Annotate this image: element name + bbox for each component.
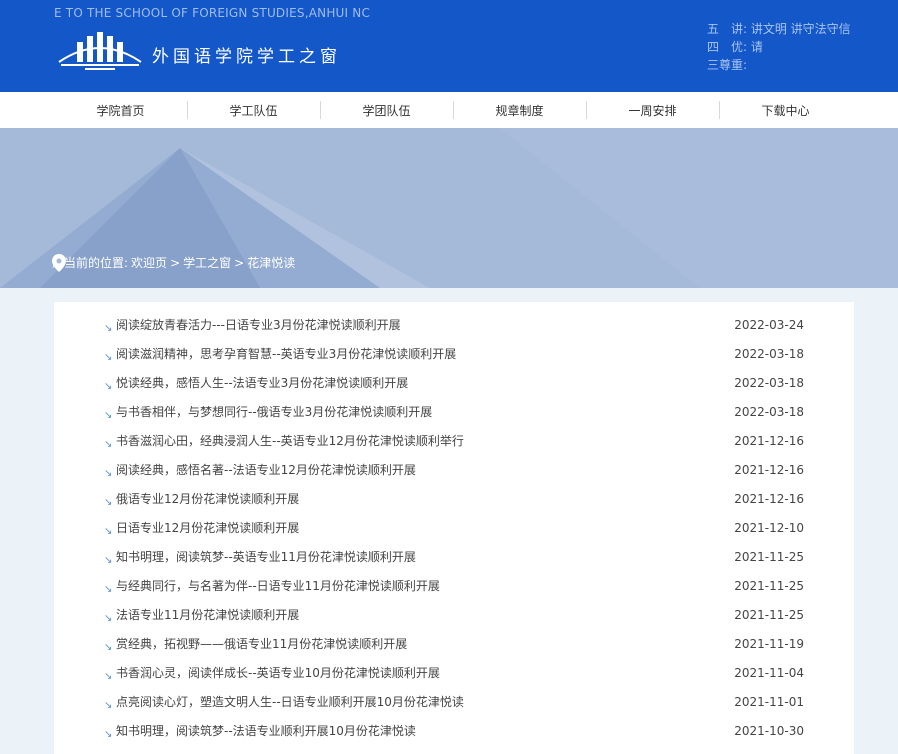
arrow-bullet-icon: ↘ — [104, 555, 113, 566]
article-date: 2021-11-25 — [734, 550, 804, 564]
nav-item-staff[interactable]: 学工队伍 — [187, 92, 320, 128]
article-title[interactable]: 点亮阅读心灯，塑造文明人生--日语专业顺利开展10月份花津悦读 — [116, 692, 464, 712]
list-item[interactable]: ↘ 阅读绽放青春活力---日语专业3月份花津悦读顺利开展 2022-03-24 — [104, 315, 804, 335]
list-item[interactable]: ↘ 书香润心灵，阅读伴成长--英语专业10月份花津悦读顺利开展 2021-11-04 — [104, 663, 804, 683]
motto-line: 四 优: 请 — [707, 40, 763, 54]
arrow-bullet-icon: ↘ — [104, 497, 113, 508]
article-date: 2021-11-25 — [734, 579, 804, 593]
article-date: 2021-10-30 — [734, 724, 804, 738]
list-item[interactable]: ↘ 与经典同行，与名著为伴--日语专业11月份花津悦读顺利开展 2021-11-25 — [104, 576, 804, 596]
motto-line: 三尊重: — [707, 58, 748, 72]
article-title[interactable]: 阅读滋润精神，思考孕育智慧--英语专业3月份花津悦读顺利开展 — [116, 344, 456, 364]
nav-item-league[interactable]: 学团队伍 — [320, 92, 453, 128]
arrow-bullet-icon: ↘ — [104, 323, 113, 334]
list-item[interactable]: ↘ 日语专业12月份花津悦读顺利开展 2021-12-10 — [104, 518, 804, 538]
nav-item-weekly-schedule[interactable]: 一周安排 — [586, 92, 719, 128]
article-date: 2022-03-18 — [734, 376, 804, 390]
arrow-bullet-icon: ↘ — [104, 352, 113, 363]
article-title[interactable]: 书香滋润心田，经典浸润人生--英语专业12月份花津悦读顺利举行 — [116, 431, 464, 451]
arrow-bullet-icon: ↘ — [104, 381, 113, 392]
site-header: E TO THE SCHOOL OF FOREIGN STUDIES,ANHUI… — [0, 0, 898, 92]
arrow-bullet-icon: ↘ — [104, 700, 113, 711]
scrolling-welcome-text: E TO THE SCHOOL OF FOREIGN STUDIES,ANHUI… — [54, 6, 371, 20]
motto-line: 五 讲: 讲文明 讲守法守信 — [707, 22, 851, 36]
breadcrumb-separator: > — [234, 255, 245, 270]
breadcrumb: 您当前的位置: 欢迎页 > 学工之窗 > 花津悦读 — [52, 254, 298, 272]
article-date: 2021-12-16 — [734, 434, 804, 448]
list-item[interactable]: ↘ 赏经典，拓视野——俄语专业11月份花津悦读顺利开展 2021-11-19 — [104, 634, 804, 654]
list-item[interactable]: ↘ 俄语专业12月份花津悦读顺利开展 2021-12-16 — [104, 489, 804, 509]
breadcrumb-separator: > — [170, 255, 181, 270]
article-title[interactable]: 日语专业12月份花津悦读顺利开展 — [116, 518, 299, 538]
list-item[interactable]: ↘ 悦读经典，感悟人生--法语专业3月份花津悦读顺利开展 2022-03-18 — [104, 373, 804, 393]
list-item[interactable]: ↘ 法语专业11月份花津悦读顺利开展 2021-11-25 — [104, 605, 804, 625]
list-item[interactable]: ↘ 书香滋润心田，经典浸润人生--英语专业12月份花津悦读顺利举行 2021-12-… — [104, 431, 804, 451]
article-title[interactable]: 俄语专业12月份花津悦读顺利开展 — [116, 489, 299, 509]
article-title[interactable]: 与书香相伴，与梦想同行--俄语专业3月份花津悦读顺利开展 — [116, 402, 432, 422]
list-item[interactable]: ↘ 知书明理，阅读筑梦--英语专业11月份花津悦读顺利开展 2021-11-25 — [104, 547, 804, 567]
list-item[interactable]: ↘ 点亮阅读心灯，塑造文明人生--日语专业顺利开展10月份花津悦读 2021-11-… — [104, 692, 804, 712]
location-pin-icon — [52, 254, 66, 272]
arrow-bullet-icon: ↘ — [104, 613, 113, 624]
breadcrumb-link-home[interactable]: 欢迎页 — [131, 254, 167, 271]
nav-item-home[interactable]: 学院首页 — [54, 92, 187, 128]
article-title[interactable]: 赏经典，拓视野——俄语专业11月份花津悦读顺利开展 — [116, 634, 407, 654]
arrow-bullet-icon: ↘ — [104, 526, 113, 537]
breadcrumb-link-window[interactable]: 学工之窗 — [183, 254, 231, 271]
article-list: ↘ 阅读绽放青春活力---日语专业3月份花津悦读顺利开展 2022-03-24 ↘ 阅… — [54, 302, 854, 754]
article-date: 2022-03-18 — [734, 347, 804, 361]
article-title[interactable]: 知书明理，阅读筑梦--法语专业顺利开展10月份花津悦读 — [116, 721, 416, 741]
page-banner: 您当前的位置: 欢迎页 > 学工之窗 > 花津悦读 — [0, 128, 898, 288]
main-nav: 学院首页 学工队伍 学团队伍 规章制度 一周安排 下载中心 — [0, 92, 898, 128]
article-date: 2021-11-04 — [734, 666, 804, 680]
list-item[interactable]: ↘ 知书明理，阅读筑梦--法语专业顺利开展10月份花津悦读 2021-10-30 — [104, 721, 804, 741]
arrow-bullet-icon: ↘ — [104, 729, 113, 740]
nav-item-rules[interactable]: 规章制度 — [453, 92, 586, 128]
article-date: 2021-12-10 — [734, 521, 804, 535]
article-title[interactable]: 与经典同行，与名著为伴--日语专业11月份花津悦读顺利开展 — [116, 576, 440, 596]
article-date: 2021-11-25 — [734, 608, 804, 622]
arrow-bullet-icon: ↘ — [104, 410, 113, 421]
article-title[interactable]: 法语专业11月份花津悦读顺利开展 — [116, 605, 299, 625]
school-logo-icon[interactable] — [55, 28, 145, 74]
article-date: 2021-12-16 — [734, 463, 804, 477]
arrow-bullet-icon: ↘ — [104, 439, 113, 450]
list-item[interactable]: ↘ 阅读滋润精神，思考孕育智慧--英语专业3月份花津悦读顺利开展 2022-03-1… — [104, 344, 804, 364]
site-title: 外国语学院学工之窗 — [152, 47, 341, 67]
article-title[interactable]: 悦读经典，感悟人生--法语专业3月份花津悦读顺利开展 — [116, 373, 408, 393]
list-item[interactable]: ↘ 与书香相伴，与梦想同行--俄语专业3月份花津悦读顺利开展 2022-03-18 — [104, 402, 804, 422]
article-date: 2021-11-01 — [734, 695, 804, 709]
article-title[interactable]: 书香润心灵，阅读伴成长--英语专业10月份花津悦读顺利开展 — [116, 663, 440, 683]
article-date: 2021-12-16 — [734, 492, 804, 506]
article-title[interactable]: 阅读经典，感悟名著--法语专业12月份花津悦读顺利开展 — [116, 460, 416, 480]
arrow-bullet-icon: ↘ — [104, 584, 113, 595]
article-date: 2021-11-19 — [734, 637, 804, 651]
motto-block: 五 讲: 讲文明 讲守法守信 四 优: 请 三尊重: — [707, 20, 851, 74]
list-item[interactable]: ↘ 阅读经典，感悟名著--法语专业12月份花津悦读顺利开展 2021-12-16 — [104, 460, 804, 480]
arrow-bullet-icon: ↘ — [104, 671, 113, 682]
article-title[interactable]: 知书明理，阅读筑梦--英语专业11月份花津悦读顺利开展 — [116, 547, 416, 567]
breadcrumb-current[interactable]: 花津悦读 — [247, 254, 295, 271]
arrow-bullet-icon: ↘ — [104, 642, 113, 653]
article-date: 2022-03-18 — [734, 405, 804, 419]
article-title[interactable]: 阅读绽放青春活力---日语专业3月份花津悦读顺利开展 — [116, 315, 401, 335]
arrow-bullet-icon: ↘ — [104, 468, 113, 479]
nav-item-downloads[interactable]: 下载中心 — [719, 92, 852, 128]
article-date: 2022-03-24 — [734, 318, 804, 332]
